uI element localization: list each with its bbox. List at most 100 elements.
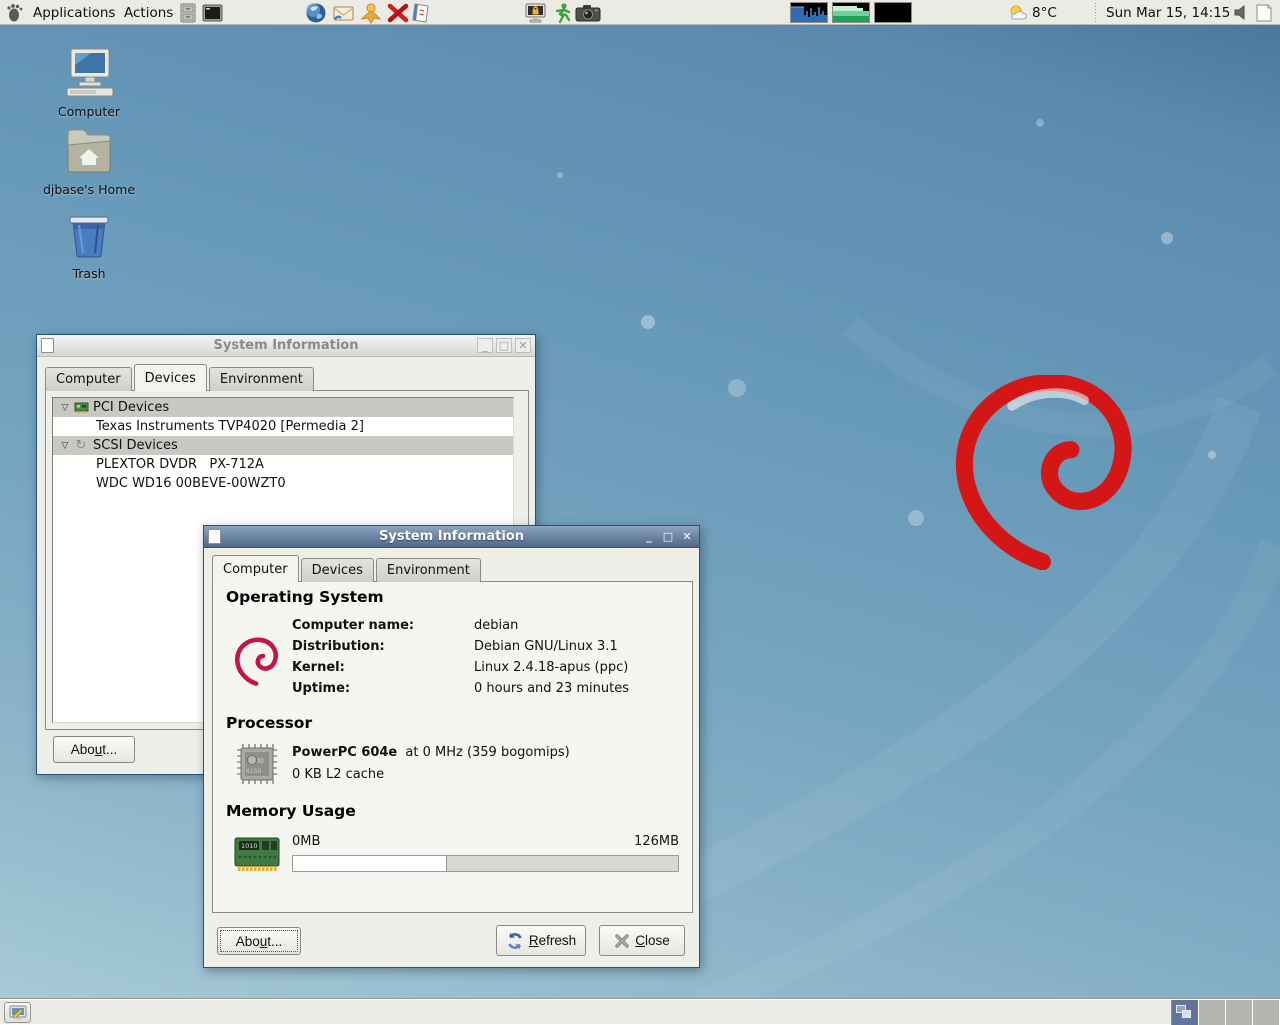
about-button[interactable]: About... xyxy=(217,927,301,955)
show-desktop-button[interactable] xyxy=(4,1002,31,1023)
close-button[interactable]: ✕ xyxy=(515,338,531,353)
maximize-button[interactable]: □ xyxy=(496,338,512,353)
screen-lock-icon xyxy=(524,2,547,24)
refresh-button[interactable]: Refresh xyxy=(496,925,586,956)
running-man-icon xyxy=(551,2,573,24)
back-window-titlebar[interactable]: System Information _ □ ✕ xyxy=(37,335,535,357)
show-desktop-icon xyxy=(9,1005,27,1020)
tab-environment[interactable]: Environment xyxy=(209,367,314,391)
pci-card-icon xyxy=(73,401,89,415)
field-row: Computer name: debian xyxy=(292,615,629,636)
memory-max-label: 126MB xyxy=(292,834,679,849)
applet-separator xyxy=(1092,0,1099,25)
blank-note-icon xyxy=(1256,4,1272,22)
user-app-launcher[interactable] xyxy=(360,0,382,25)
gnome-foot-icon xyxy=(5,3,23,22)
minimize-button[interactable]: _ xyxy=(641,529,657,544)
volume-applet[interactable] xyxy=(1233,0,1250,25)
memory-section-heading: Memory Usage xyxy=(226,802,356,820)
memory-monitor-applet[interactable] xyxy=(832,2,870,23)
cut-tool-launcher[interactable] xyxy=(387,0,409,25)
os-section-heading: Operating System xyxy=(226,588,384,606)
weather-applet[interactable]: 8°C xyxy=(1008,0,1057,25)
tab-devices[interactable]: Devices xyxy=(134,364,207,391)
run-application-launcher[interactable] xyxy=(551,0,573,25)
expander-icon[interactable]: ▽ xyxy=(58,403,72,413)
notes-icon xyxy=(411,2,431,24)
svg-text:XI: XI xyxy=(257,757,264,765)
system-monitor-applets[interactable] xyxy=(790,0,916,25)
front-window-tabbar: Computer Devices Environment xyxy=(212,555,483,582)
menu-applications[interactable]: Applications xyxy=(27,0,121,25)
tab-computer[interactable]: Computer xyxy=(212,555,299,582)
desktop-icon-label: djbase's Home xyxy=(34,182,144,197)
field-value: Linux 2.4.18-apus (ppc) xyxy=(474,660,628,675)
workspace-4[interactable] xyxy=(1253,1000,1280,1025)
tab-devices[interactable]: Devices xyxy=(301,558,374,582)
journal-launcher[interactable] xyxy=(411,0,431,25)
red-x-scissors-icon xyxy=(387,2,409,24)
clock-applet[interactable]: Sun Mar 15, 14:15 xyxy=(1106,0,1230,25)
tab-computer[interactable]: Computer xyxy=(45,367,132,391)
file-manager-launcher[interactable] xyxy=(178,0,198,25)
menu-actions[interactable]: Actions xyxy=(118,0,179,25)
processor-line: PowerPC 604e at 0 MHz (359 bogomips) xyxy=(292,745,570,760)
desktop-icon-home[interactable]: djbase's Home xyxy=(34,127,144,197)
close-button[interactable]: Close xyxy=(599,925,685,956)
maximize-button[interactable]: □ xyxy=(660,529,676,544)
screenshot-launcher[interactable] xyxy=(575,0,601,25)
device-group-row[interactable]: ▽ ↻ SCSI Devices xyxy=(53,436,513,455)
device-row[interactable]: PLEXTOR DVDR PX-712A xyxy=(53,455,513,474)
close-x-icon xyxy=(614,933,630,949)
front-window-title: System Information xyxy=(204,529,699,544)
gnome-menu-icon[interactable] xyxy=(5,0,23,25)
expander-icon[interactable]: ▽ xyxy=(58,441,72,451)
workspace-2[interactable] xyxy=(1199,1000,1226,1025)
front-window-titlebar[interactable]: System Information _ □ ✕ xyxy=(204,526,699,548)
field-row: Distribution: Debian GNU/Linux 3.1 xyxy=(292,636,629,657)
window-icon xyxy=(208,529,221,544)
about-button[interactable]: About... xyxy=(53,736,135,763)
desktop-icon-label: Computer xyxy=(34,104,144,119)
cpu-monitor-applet[interactable] xyxy=(790,2,828,23)
device-group-label: PCI Devices xyxy=(93,400,169,415)
workspace-switcher[interactable] xyxy=(1171,1000,1280,1025)
device-row[interactable]: WDC WD16 00BEVE-00WZT0 xyxy=(53,474,513,493)
field-value: 0 hours and 23 minutes xyxy=(474,681,629,696)
processor-detail: at 0 MHz (359 bogomips) xyxy=(405,745,569,760)
device-row[interactable]: Texas Instruments TVP4020 [Permedia 2] xyxy=(53,417,513,436)
window-icon xyxy=(41,338,54,353)
debian-logo-icon xyxy=(235,637,281,687)
speaker-icon xyxy=(1233,4,1250,21)
memory-graph-icon xyxy=(833,3,869,22)
back-window-title: System Information xyxy=(37,338,535,353)
terminal-launcher[interactable] xyxy=(202,0,223,25)
minimize-button[interactable]: _ xyxy=(477,338,493,353)
debian-swirl-wallpaper xyxy=(955,375,1145,570)
email-launcher[interactable] xyxy=(332,0,355,25)
os-fields: Computer name: debian Distribution: Debi… xyxy=(292,615,629,699)
home-folder-icon xyxy=(64,127,114,175)
workspace-3[interactable] xyxy=(1226,1000,1253,1025)
svg-text:1010: 1010 xyxy=(241,842,258,850)
system-information-window-front[interactable]: System Information _ □ ✕ Computer Device… xyxy=(203,525,700,968)
workspace-1[interactable] xyxy=(1172,1000,1199,1025)
web-browser-launcher[interactable] xyxy=(305,0,327,25)
device-group-row[interactable]: ▽ PCI Devices xyxy=(53,398,513,417)
close-button[interactable]: ✕ xyxy=(679,529,695,544)
field-row: Uptime: 0 hours and 23 minutes xyxy=(292,678,629,699)
svg-text:6150: 6150 xyxy=(246,768,261,775)
top-panel: Applications Actions xyxy=(0,0,1280,25)
sticky-note-applet[interactable] xyxy=(1256,0,1272,25)
field-row: Kernel: Linux 2.4.18-apus (ppc) xyxy=(292,657,629,678)
mail-icon xyxy=(332,3,355,23)
desktop-icon-computer[interactable]: Computer xyxy=(34,47,144,119)
memory-usage-bar xyxy=(292,855,679,872)
lock-screen-launcher[interactable] xyxy=(524,0,547,25)
camera-icon xyxy=(575,3,601,23)
ram-module-icon: 1010 xyxy=(233,836,281,872)
globe-icon xyxy=(305,2,327,24)
network-monitor-applet[interactable] xyxy=(874,2,912,23)
tab-environment[interactable]: Environment xyxy=(376,558,481,582)
desktop-icon-trash[interactable]: Trash xyxy=(34,211,144,281)
